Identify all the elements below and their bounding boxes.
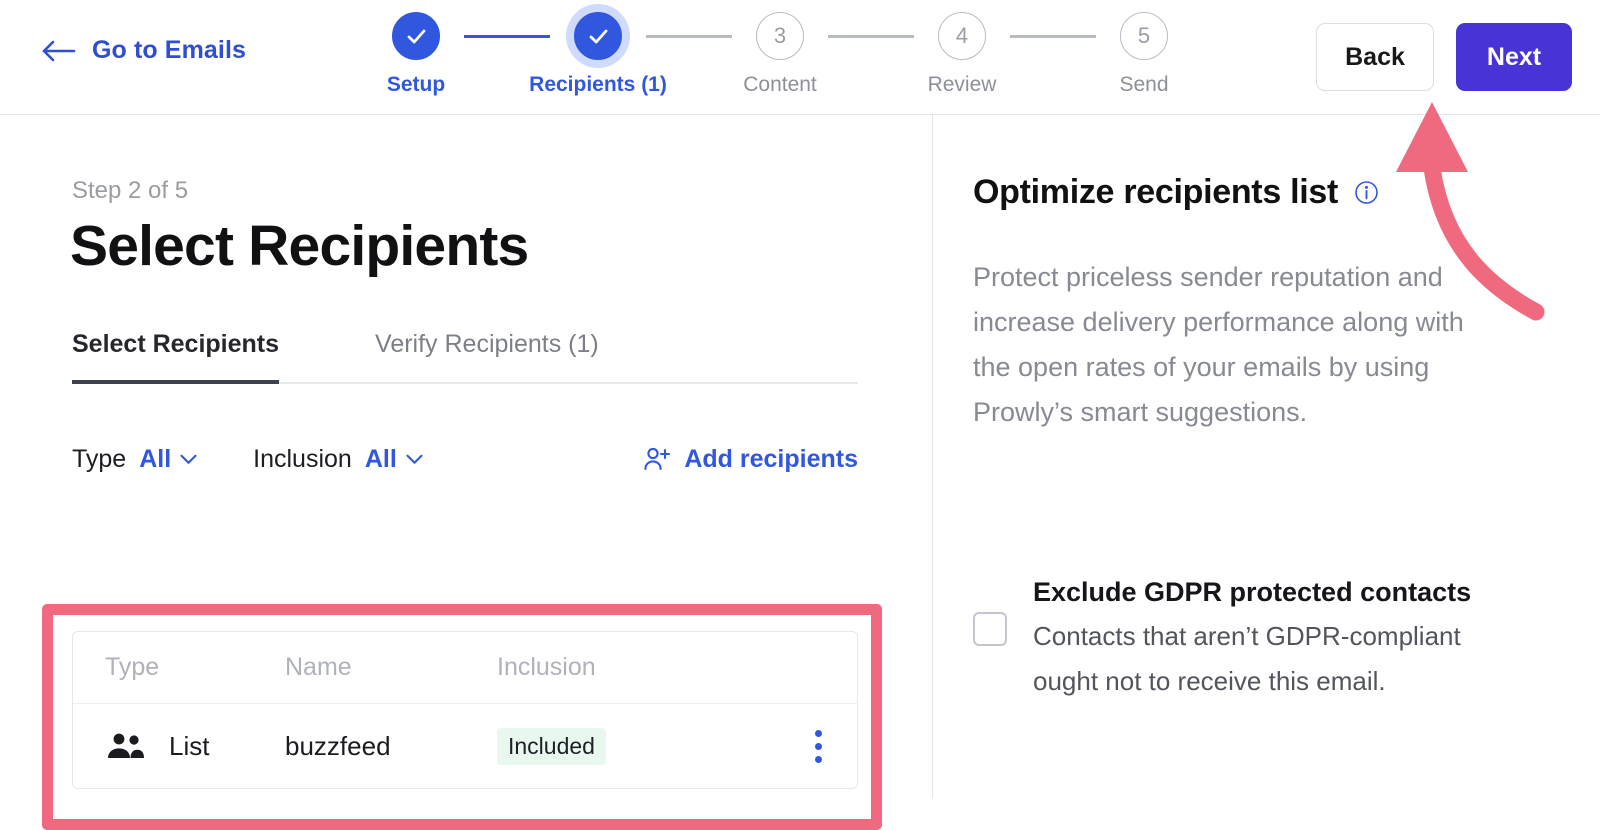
step-send-label: Send (1119, 73, 1169, 96)
group-icon (105, 731, 147, 761)
filters-row: Type All Inclusion All Add recipients (72, 442, 858, 476)
filter-type: Type All (72, 445, 197, 474)
gdpr-title: Exclude GDPR protected contacts (1033, 577, 1472, 607)
filter-type-value: All (139, 444, 172, 473)
gdpr-option: Exclude GDPR protected contacts Contacts… (973, 570, 1533, 704)
step-setup-circle (392, 12, 440, 60)
info-circle-icon[interactable] (1354, 180, 1379, 205)
header-actions: Back Next (1316, 23, 1572, 91)
add-recipients-button[interactable]: Add recipients (643, 445, 858, 474)
sidebar-title-text: Optimize recipients list (973, 173, 1339, 211)
step-counter: Step 2 of 5 (72, 177, 189, 204)
stepper-connector-4 (1010, 35, 1096, 38)
tab-select-recipients[interactable]: Select Recipients (72, 330, 280, 384)
filter-type-dropdown[interactable]: All (139, 445, 197, 474)
go-to-emails-link[interactable]: Go to Emails (42, 36, 246, 65)
cell-name: buzzfeed (285, 730, 391, 761)
sidebar-description: Protect priceless sender reputation and … (973, 262, 1464, 427)
tab-verify-recipients[interactable]: Verify Recipients (1) (375, 330, 599, 382)
filter-type-label: Type (72, 444, 127, 473)
step-recipients-circle (574, 12, 622, 60)
step-review[interactable]: 4 Review (914, 12, 1010, 97)
arrow-left-icon (42, 40, 76, 62)
step-send-number: 5 (1120, 12, 1168, 60)
step-setup[interactable]: Setup (368, 12, 464, 97)
filter-inclusion-value: All (364, 444, 397, 473)
kebab-dot (815, 755, 822, 763)
back-button[interactable]: Back (1316, 23, 1434, 91)
recipients-tabs: Select Recipients Verify Recipients (1) (72, 330, 858, 384)
filter-inclusion: Inclusion All (253, 445, 423, 474)
cell-type-text: List (169, 730, 210, 761)
cell-actions (757, 729, 857, 763)
gdpr-checkbox[interactable] (973, 612, 1007, 646)
check-icon (404, 24, 429, 49)
wizard-stepper: Setup Recipients (1) 3 Content 4 Review (368, 12, 1192, 97)
table-header-name: Name (285, 653, 352, 681)
cell-type: List (73, 731, 285, 762)
gdpr-text: Exclude GDPR protected contacts Contacts… (1033, 570, 1533, 704)
check-icon (586, 24, 611, 49)
app-header: Go to Emails Setup Recipients (1) 3 Cont… (0, 0, 1600, 115)
filter-inclusion-dropdown[interactable]: All (365, 445, 423, 474)
step-recipients-label: Recipients (1) (529, 73, 667, 96)
sidebar-title: Optimize recipients list (973, 173, 1379, 212)
gdpr-description: Contacts that aren’t GDPR-compliant ough… (1033, 621, 1461, 696)
table-row[interactable]: List buzzfeed Included (73, 704, 857, 788)
filter-inclusion-label: Inclusion (253, 444, 352, 473)
page-content: Step 2 of 5 Select Recipients Select Rec… (0, 115, 1600, 830)
stepper-connector-3 (828, 35, 914, 38)
person-add-icon (643, 445, 671, 473)
chevron-down-icon (406, 454, 423, 465)
next-button[interactable]: Next (1456, 23, 1572, 91)
step-review-label: Review (927, 73, 997, 96)
step-recipients[interactable]: Recipients (1) (529, 12, 667, 97)
add-recipients-label: Add recipients (684, 444, 858, 473)
optimize-sidebar: Optimize recipients list Protect pricele… (933, 115, 1600, 798)
step-content[interactable]: 3 Content (732, 12, 828, 97)
page-title: Select Recipients (70, 214, 529, 278)
recipients-pane: Step 2 of 5 Select Recipients Select Rec… (0, 115, 933, 830)
table-header-inclusion: Inclusion (497, 653, 596, 681)
stepper-connector-2 (646, 35, 732, 38)
kebab-menu-icon[interactable] (815, 729, 823, 763)
step-content-label: Content (743, 73, 817, 96)
step-review-number: 4 (938, 12, 986, 60)
table-header-type: Type (105, 653, 160, 681)
kebab-dot (815, 729, 822, 737)
kebab-dot (815, 742, 822, 750)
go-to-emails-label: Go to Emails (92, 36, 247, 64)
stepper-connector-1 (464, 35, 550, 38)
table-header-row: Type Name Inclusion (73, 632, 857, 704)
status-badge: Included (497, 727, 606, 765)
cell-inclusion: Included (497, 727, 757, 765)
recipients-table: Type Name Inclusion List buzzfeed Includ… (72, 631, 858, 789)
chevron-down-icon (180, 454, 197, 465)
step-setup-label: Setup (386, 73, 446, 96)
step-content-number: 3 (756, 12, 804, 60)
step-send[interactable]: 5 Send (1096, 12, 1192, 97)
